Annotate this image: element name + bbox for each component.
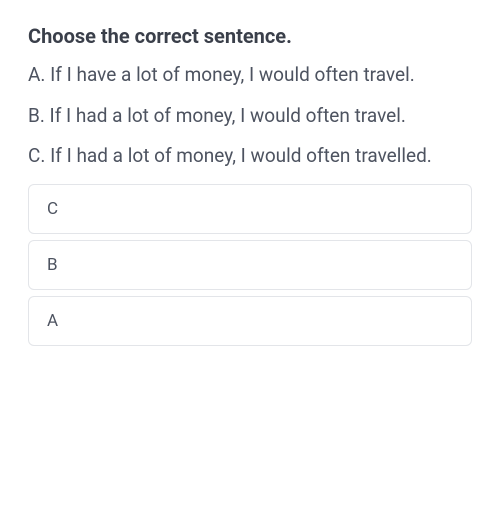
question-container: Choose the correct sentence. A. If I hav… <box>28 24 472 170</box>
answer-button-c[interactable]: C <box>28 184 472 234</box>
option-b-text: B. If I had a lot of money, I would ofte… <box>28 103 472 130</box>
option-c-text: C. If I had a lot of money, I would ofte… <box>28 143 472 170</box>
question-title: Choose the correct sentence. <box>28 24 472 48</box>
answer-options: C B A <box>28 184 472 346</box>
answer-button-b[interactable]: B <box>28 240 472 290</box>
answer-button-a[interactable]: A <box>28 296 472 346</box>
option-a-text: A. If I have a lot of money, I would oft… <box>28 62 472 89</box>
